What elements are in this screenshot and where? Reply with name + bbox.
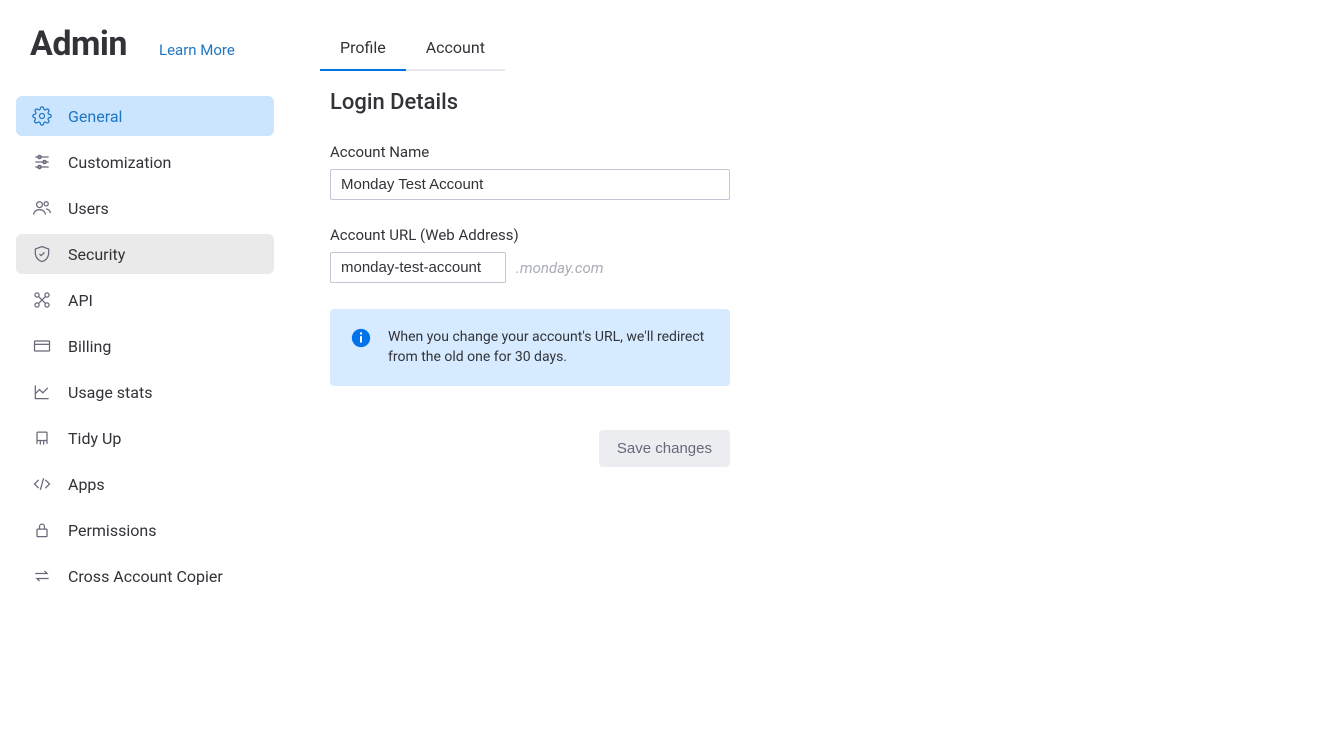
- sidebar-item-label: Security: [68, 245, 125, 264]
- sidebar-item-label: General: [68, 107, 122, 126]
- account-name-label: Account Name: [330, 143, 740, 161]
- sidebar-item-general[interactable]: General: [16, 96, 274, 136]
- account-url-label: Account URL (Web Address): [330, 226, 740, 244]
- tab-account[interactable]: Account: [406, 28, 505, 71]
- account-name-group: Account Name: [330, 143, 740, 200]
- sidebar-item-label: Tidy Up: [68, 429, 121, 448]
- sidebar-item-label: Permissions: [68, 521, 156, 540]
- page-title: Admin: [30, 24, 127, 64]
- admin-sidebar: Admin Learn More General Customization U…: [0, 0, 290, 735]
- sidebar-item-security[interactable]: Security: [16, 234, 274, 274]
- sidebar-item-label: Cross Account Copier: [68, 567, 223, 586]
- sidebar-nav: General Customization Users Security API: [16, 96, 274, 596]
- sidebar-item-customization[interactable]: Customization: [16, 142, 274, 182]
- main-content: Profile Account Login Details Account Na…: [290, 0, 1337, 735]
- broom-icon: [32, 428, 52, 448]
- info-icon: [350, 327, 372, 368]
- credit-card-icon: [32, 336, 52, 356]
- chart-icon: [32, 382, 52, 402]
- learn-more-link[interactable]: Learn More: [159, 41, 235, 59]
- arrows-swap-icon: [32, 566, 52, 586]
- account-name-input[interactable]: [330, 169, 730, 200]
- sidebar-item-permissions[interactable]: Permissions: [16, 510, 274, 550]
- sidebar-item-cross-account-copier[interactable]: Cross Account Copier: [16, 556, 274, 596]
- url-change-info-banner: When you change your account's URL, we'l…: [330, 309, 730, 386]
- sidebar-item-api[interactable]: API: [16, 280, 274, 320]
- sidebar-item-apps[interactable]: Apps: [16, 464, 274, 504]
- sidebar-item-label: Billing: [68, 337, 111, 356]
- sliders-icon: [32, 152, 52, 172]
- sidebar-item-label: Usage stats: [68, 383, 152, 402]
- gear-icon: [32, 106, 52, 126]
- sidebar-item-label: Customization: [68, 153, 171, 172]
- save-changes-button[interactable]: Save changes: [599, 430, 730, 467]
- tab-profile[interactable]: Profile: [320, 28, 406, 71]
- form-actions: Save changes: [330, 430, 730, 467]
- info-text: When you change your account's URL, we'l…: [388, 327, 710, 368]
- sidebar-item-label: Apps: [68, 475, 105, 494]
- account-url-row: .monday.com: [330, 252, 740, 283]
- shield-icon: [32, 244, 52, 264]
- sidebar-item-billing[interactable]: Billing: [16, 326, 274, 366]
- section-title: Login Details: [320, 90, 1337, 115]
- tabs: Profile Account: [320, 28, 1337, 72]
- login-details-form: Account Name Account URL (Web Address) .…: [320, 143, 740, 467]
- account-url-suffix: .monday.com: [516, 259, 604, 277]
- sidebar-item-tidy-up[interactable]: Tidy Up: [16, 418, 274, 458]
- lock-icon: [32, 520, 52, 540]
- sidebar-item-usage-stats[interactable]: Usage stats: [16, 372, 274, 412]
- code-icon: [32, 474, 52, 494]
- sidebar-item-label: API: [68, 291, 93, 310]
- account-url-group: Account URL (Web Address) .monday.com: [330, 226, 740, 283]
- account-url-input[interactable]: [330, 252, 506, 283]
- sidebar-item-label: Users: [68, 199, 109, 218]
- sidebar-header: Admin Learn More: [16, 24, 274, 64]
- sidebar-item-users[interactable]: Users: [16, 188, 274, 228]
- users-icon: [32, 198, 52, 218]
- api-icon: [32, 290, 52, 310]
